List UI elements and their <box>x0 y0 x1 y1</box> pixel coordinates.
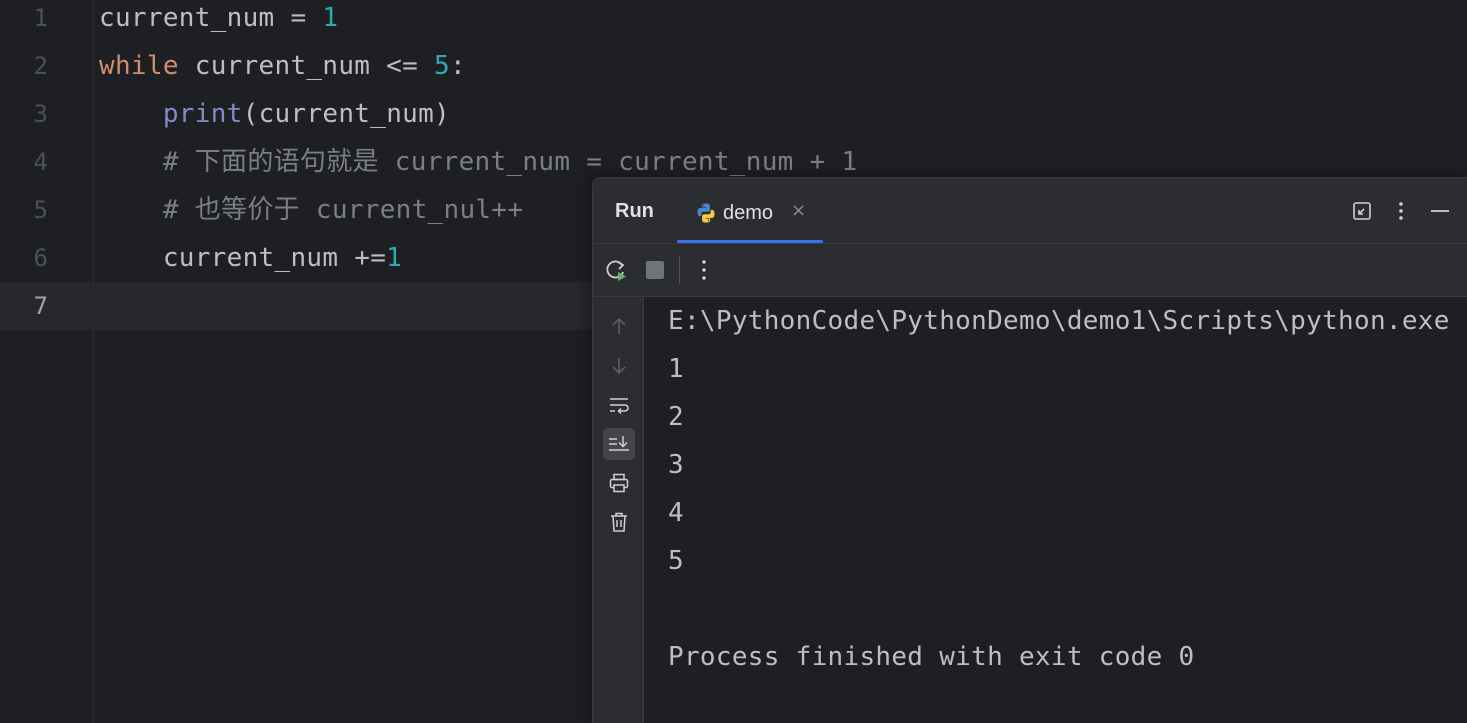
code-token: current_num = <box>99 3 323 33</box>
print-icon[interactable] <box>603 467 635 499</box>
console-output[interactable]: E:\PythonCode\PythonDemo\demo1\Scripts\p… <box>644 297 1467 723</box>
comment-token: # 也等价于 current_nul++ <box>162 195 524 225</box>
run-toolbar <box>593 244 1467 297</box>
active-tab-indicator <box>677 240 823 243</box>
code-line[interactable]: print(current_num) <box>99 90 450 138</box>
code-line[interactable]: while current_num <= 5: <box>99 42 466 90</box>
number-token: 5 <box>434 51 451 81</box>
console-actions-strip <box>593 297 644 723</box>
gutter-divider <box>93 0 94 723</box>
stop-icon[interactable] <box>642 257 668 283</box>
code-line[interactable]: current_num +=1 <box>99 234 402 282</box>
close-icon[interactable]: × <box>791 200 806 221</box>
comment-token: # 下面的语句就是 current_num = current_num + 1 <box>162 147 858 177</box>
tab-label: demo <box>723 202 774 224</box>
console-line-command: E:\PythonCode\PythonDemo\demo1\Scripts\p… <box>668 306 1450 336</box>
run-header: Run demo × <box>593 178 1467 244</box>
code-token: : <box>450 51 466 81</box>
code-token: current_num <= <box>178 51 435 81</box>
code-token: (current_num) <box>242 99 451 129</box>
line-number: 6 <box>33 244 48 272</box>
scroll-to-end-icon[interactable] <box>603 428 635 460</box>
keyword-token: while <box>99 51 179 81</box>
restore-layout-icon[interactable] <box>1351 200 1373 222</box>
tab-demo[interactable]: demo × <box>677 178 823 243</box>
line-number: 2 <box>33 52 48 80</box>
toolbar-separator <box>679 256 680 284</box>
soft-wrap-icon[interactable] <box>603 389 635 421</box>
builtin-token: print <box>162 99 243 129</box>
console-line-output: 3 <box>668 450 684 480</box>
code-line[interactable]: current_num = 1 <box>99 0 338 42</box>
console-line-output: 1 <box>668 354 684 384</box>
scroll-up-icon[interactable] <box>603 310 635 342</box>
more-options-icon[interactable] <box>1390 200 1412 222</box>
console-line-exit-status: Process finished with exit code 0 <box>668 642 1195 672</box>
code-line[interactable]: # 也等价于 current_nul++ <box>99 186 523 234</box>
rerun-icon[interactable] <box>603 257 629 283</box>
clear-all-icon[interactable] <box>603 506 635 538</box>
line-number: 4 <box>33 148 48 176</box>
number-token: 1 <box>386 243 403 273</box>
code-token: current_num += <box>99 243 387 273</box>
minimize-icon[interactable] <box>1429 200 1451 222</box>
line-number-gutter: 1 2 3 4 5 6 7 <box>0 0 94 723</box>
python-icon <box>697 203 715 223</box>
console-line-output: 4 <box>668 498 684 528</box>
scroll-down-icon[interactable] <box>603 350 635 382</box>
more-options-icon[interactable] <box>691 257 717 283</box>
console-line-output: 2 <box>668 402 684 432</box>
line-number: 1 <box>33 4 48 32</box>
line-number: 3 <box>33 100 48 128</box>
line-number: 5 <box>33 196 48 224</box>
run-title: Run <box>615 200 654 222</box>
line-number-active: 7 <box>33 292 48 320</box>
console-line-output: 5 <box>668 546 684 576</box>
number-token: 1 <box>322 3 339 33</box>
run-tool-window: Run demo × E:\PythonCode\PythonDemo\demo… <box>592 177 1467 723</box>
